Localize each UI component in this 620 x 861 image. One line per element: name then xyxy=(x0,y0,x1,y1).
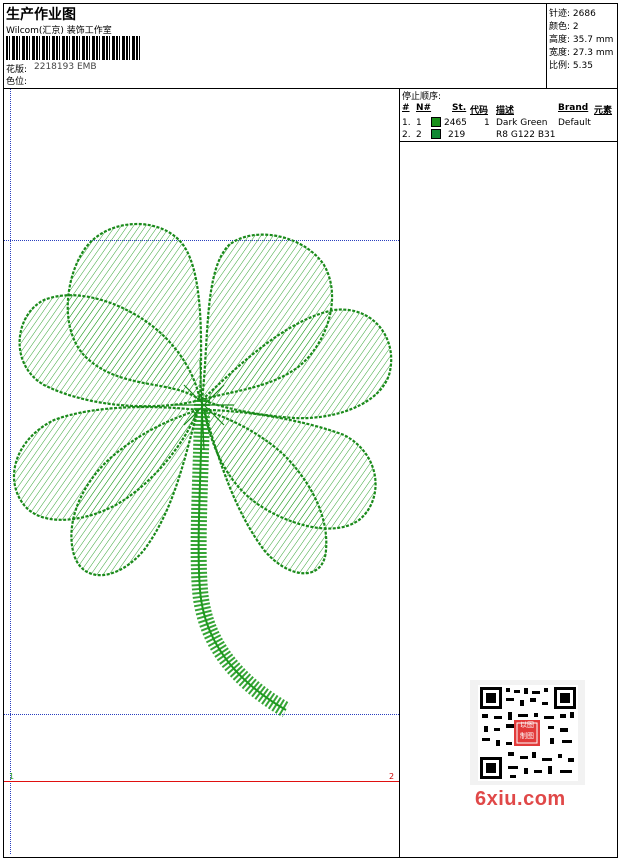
row2-color-swatch xyxy=(431,129,441,139)
stats-divider xyxy=(546,3,547,89)
row1-stitches: 2465 xyxy=(444,118,467,128)
page-title: 生产作业图 xyxy=(6,7,76,23)
color-label: 色位: xyxy=(6,77,28,87)
stat-width: 宽度: 27.3 mm xyxy=(549,48,614,58)
stop-marker-end: 2 xyxy=(389,772,395,781)
barcode xyxy=(6,36,142,60)
row2-desc: R8 G122 B31 xyxy=(496,130,556,140)
stop-sequence-title: 停止顺序: xyxy=(402,92,442,102)
row1-num: 1. xyxy=(402,118,411,128)
clover-embroidery-preview xyxy=(12,222,393,717)
col-index: # xyxy=(402,103,410,113)
stop-marker-start: 1 xyxy=(9,772,15,781)
stat-stitches: 针迹: 2686 xyxy=(549,9,596,19)
panel-divider xyxy=(399,88,400,858)
stat-scale: 比例: 5.35 xyxy=(549,61,593,71)
row1-desc: Dark Green xyxy=(496,118,548,128)
stat-height: 高度: 35.7 mm xyxy=(549,35,614,45)
sequence-bottom-line xyxy=(399,141,618,142)
watermark-site: 6xiu.com xyxy=(475,788,566,810)
row2-num: 2. xyxy=(402,130,411,140)
row2-stitches: 219 xyxy=(448,130,466,140)
row1-color-swatch xyxy=(431,117,441,127)
row1-n: 1 xyxy=(416,118,422,128)
col-stitches: St. xyxy=(452,103,467,113)
col-n: N# xyxy=(416,103,432,113)
company-name: Wilcom(汇京) 装饰工作室 xyxy=(6,26,112,36)
seal-stamp: 以图 制图 xyxy=(520,721,534,740)
clover-leaves xyxy=(12,222,393,577)
col-code: 代码 xyxy=(470,106,489,116)
row2-n: 2 xyxy=(416,130,422,140)
design-value: 2218193 EMB xyxy=(34,62,97,72)
stop-line xyxy=(4,781,399,782)
col-brand: Brand xyxy=(558,103,589,113)
col-element: 元素 xyxy=(594,106,613,116)
stat-colors: 颜色: 2 xyxy=(549,22,579,32)
col-desc: 描述 xyxy=(496,106,515,116)
row1-brand: Default xyxy=(558,118,591,128)
row1-code: 1 xyxy=(484,118,490,128)
